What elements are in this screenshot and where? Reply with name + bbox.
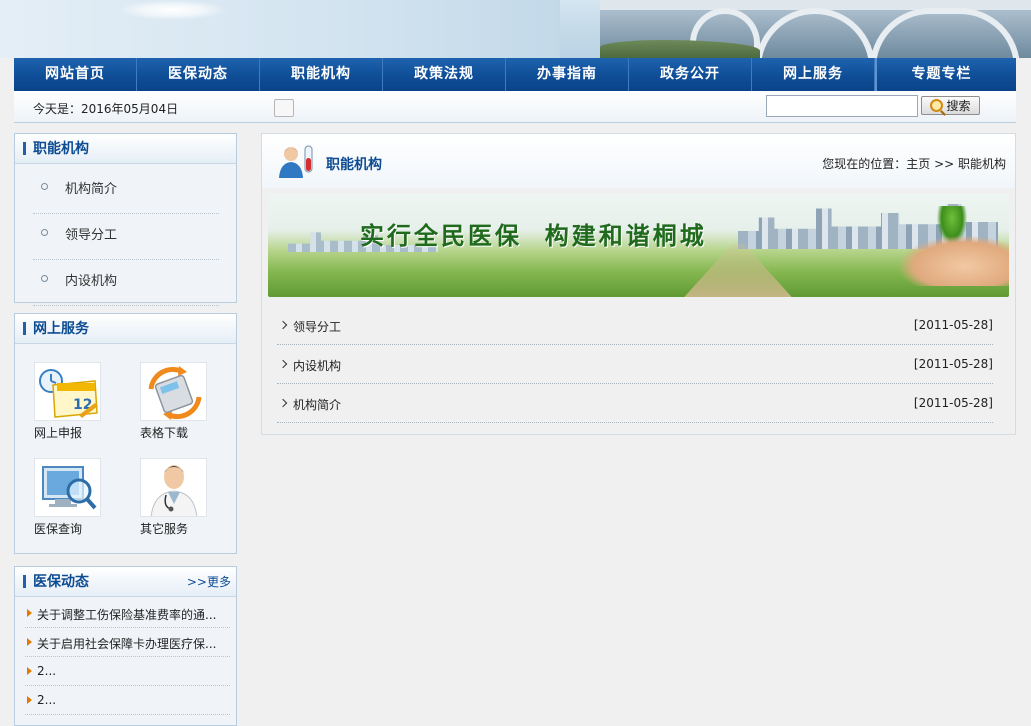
calculator-icon	[140, 362, 207, 421]
service-online-declare[interactable]: 12 网上申报	[34, 362, 134, 441]
sidebar-news-header: 医保动态 >>更多	[15, 567, 236, 597]
main-content-panel: 职能机构 您现在的位置：主页 >> 职能机构 实行全民医保 构建和谐桐城 领导分…	[261, 133, 1016, 435]
chevron-right-icon	[278, 320, 288, 330]
header-banner	[0, 0, 1031, 58]
arrow-right-icon	[27, 667, 32, 675]
breadcrumb: 您现在的位置：主页 >> 职能机构	[822, 157, 1006, 171]
circle-bullet-icon	[41, 229, 48, 236]
search-input[interactable]	[766, 95, 918, 117]
banner-hand	[899, 236, 1009, 286]
news-item[interactable]: 关于调整工伤保险基准费率的通...	[25, 599, 230, 628]
main-nav: 网站首页 医保动态 职能机构 政策法规 办事指南 政务公开 网上服务 专题专栏	[14, 58, 1016, 91]
article-title: 机构简介	[293, 398, 342, 412]
small-placeholder-box[interactable]	[274, 99, 294, 117]
news-item[interactable]: 2...	[25, 657, 230, 686]
news-item-title: 关于调整工伤保险基准费率的通...	[37, 608, 217, 622]
arrow-right-icon	[27, 609, 32, 617]
news-item[interactable]: 关于启用社会保障卡办理医疗保...	[25, 628, 230, 657]
sidebar-news-panel: 医保动态 >>更多 关于调整工伤保险基准费率的通... 关于启用社会保障卡办理医…	[14, 566, 237, 726]
news-more-link[interactable]: >>更多	[187, 567, 231, 597]
service-label: 表格下载	[140, 426, 189, 440]
nav-item-org[interactable]: 职能机构	[260, 58, 383, 91]
person-test-tube-icon	[279, 144, 317, 178]
nav-item-online-service[interactable]: 网上服务	[752, 58, 875, 91]
search-button[interactable]: 搜索	[921, 96, 980, 115]
news-list: 关于调整工伤保险基准费率的通... 关于启用社会保障卡办理医疗保... 2...…	[15, 597, 236, 715]
news-item-title: 关于启用社会保障卡办理医疗保...	[37, 637, 217, 651]
news-item-title: 2...	[37, 664, 57, 678]
search-button-label: 搜索	[946, 99, 971, 113]
article-row[interactable]: 领导分工 [2011-05-28]	[277, 306, 993, 345]
nav-item-home[interactable]: 网站首页	[14, 58, 137, 91]
sidebar-item-label: 内设机构	[65, 274, 118, 289]
service-label: 医保查询	[34, 522, 83, 536]
monitor-search-icon	[34, 458, 101, 517]
chevron-right-icon	[278, 398, 288, 408]
circle-bullet-icon	[41, 275, 48, 282]
service-insurance-query[interactable]: 医保查询	[34, 458, 134, 537]
article-date: [2011-05-28]	[913, 318, 993, 332]
arrow-right-icon	[27, 696, 32, 704]
nav-item-public[interactable]: 政务公开	[629, 58, 752, 91]
sidebar-item-intro[interactable]: 机构简介	[33, 168, 219, 214]
article-title: 内设机构	[293, 359, 342, 373]
nav-item-guide[interactable]: 办事指南	[506, 58, 629, 91]
sidebar-services-panel: 网上服务 12 网上申报 表格下载 医保查询 其它服务	[14, 313, 237, 554]
article-title: 领导分工	[293, 320, 342, 334]
sidebar-services-title: 网上服务	[15, 314, 236, 344]
info-bar: 今天是：2016年05月04日 搜索	[14, 91, 1016, 123]
sidebar-item-leadership[interactable]: 领导分工	[33, 214, 219, 260]
article-list: 领导分工 [2011-05-28] 内设机构 [2011-05-28] 机构简介…	[277, 306, 993, 423]
promo-banner: 实行全民医保 构建和谐桐城	[268, 194, 1009, 297]
news-item-title: 2...	[37, 693, 57, 707]
service-form-download[interactable]: 表格下载	[140, 362, 240, 441]
sidebar-org-list: 机构简介 领导分工 内设机构	[15, 164, 236, 306]
arrow-right-icon	[27, 638, 32, 646]
doctor-icon	[140, 458, 207, 517]
article-date: [2011-05-28]	[913, 396, 993, 410]
sidebar-org-panel: 职能机构 机构简介 领导分工 内设机构	[14, 133, 237, 306]
banner-sky	[0, 0, 560, 58]
chevron-right-icon	[278, 359, 288, 369]
service-label: 其它服务	[140, 522, 189, 536]
nav-item-special[interactable]: 专题专栏	[875, 58, 1006, 91]
nav-item-policy[interactable]: 政策法规	[383, 58, 506, 91]
page-title: 职能机构	[326, 157, 382, 173]
article-row[interactable]: 机构简介 [2011-05-28]	[277, 384, 993, 423]
sidebar-news-title: 医保动态	[33, 574, 89, 590]
banner-road	[678, 244, 798, 297]
article-row[interactable]: 内设机构 [2011-05-28]	[277, 345, 993, 384]
banner-bird-image	[118, 0, 228, 20]
current-date: 今天是：2016年05月04日	[33, 102, 179, 116]
sidebar-org-title: 职能机构	[15, 134, 236, 164]
sidebar-item-label: 领导分工	[65, 228, 118, 243]
circle-bullet-icon	[41, 183, 48, 190]
main-header: 职能机构 您现在的位置：主页 >> 职能机构	[262, 134, 1015, 188]
nav-item-news[interactable]: 医保动态	[137, 58, 260, 91]
banner-trees	[600, 40, 760, 58]
banner-slogan: 实行全民医保 构建和谐桐城	[360, 221, 707, 250]
article-date: [2011-05-28]	[913, 357, 993, 371]
service-other[interactable]: 其它服务	[140, 458, 240, 537]
service-label: 网上申报	[34, 426, 83, 440]
sidebar-item-label: 机构简介	[65, 182, 118, 197]
services-grid: 12 网上申报 表格下载 医保查询 其它服务	[15, 344, 236, 552]
sidebar-item-departments[interactable]: 内设机构	[33, 260, 219, 306]
calendar-icon: 12	[34, 362, 101, 421]
search-icon	[930, 99, 944, 112]
